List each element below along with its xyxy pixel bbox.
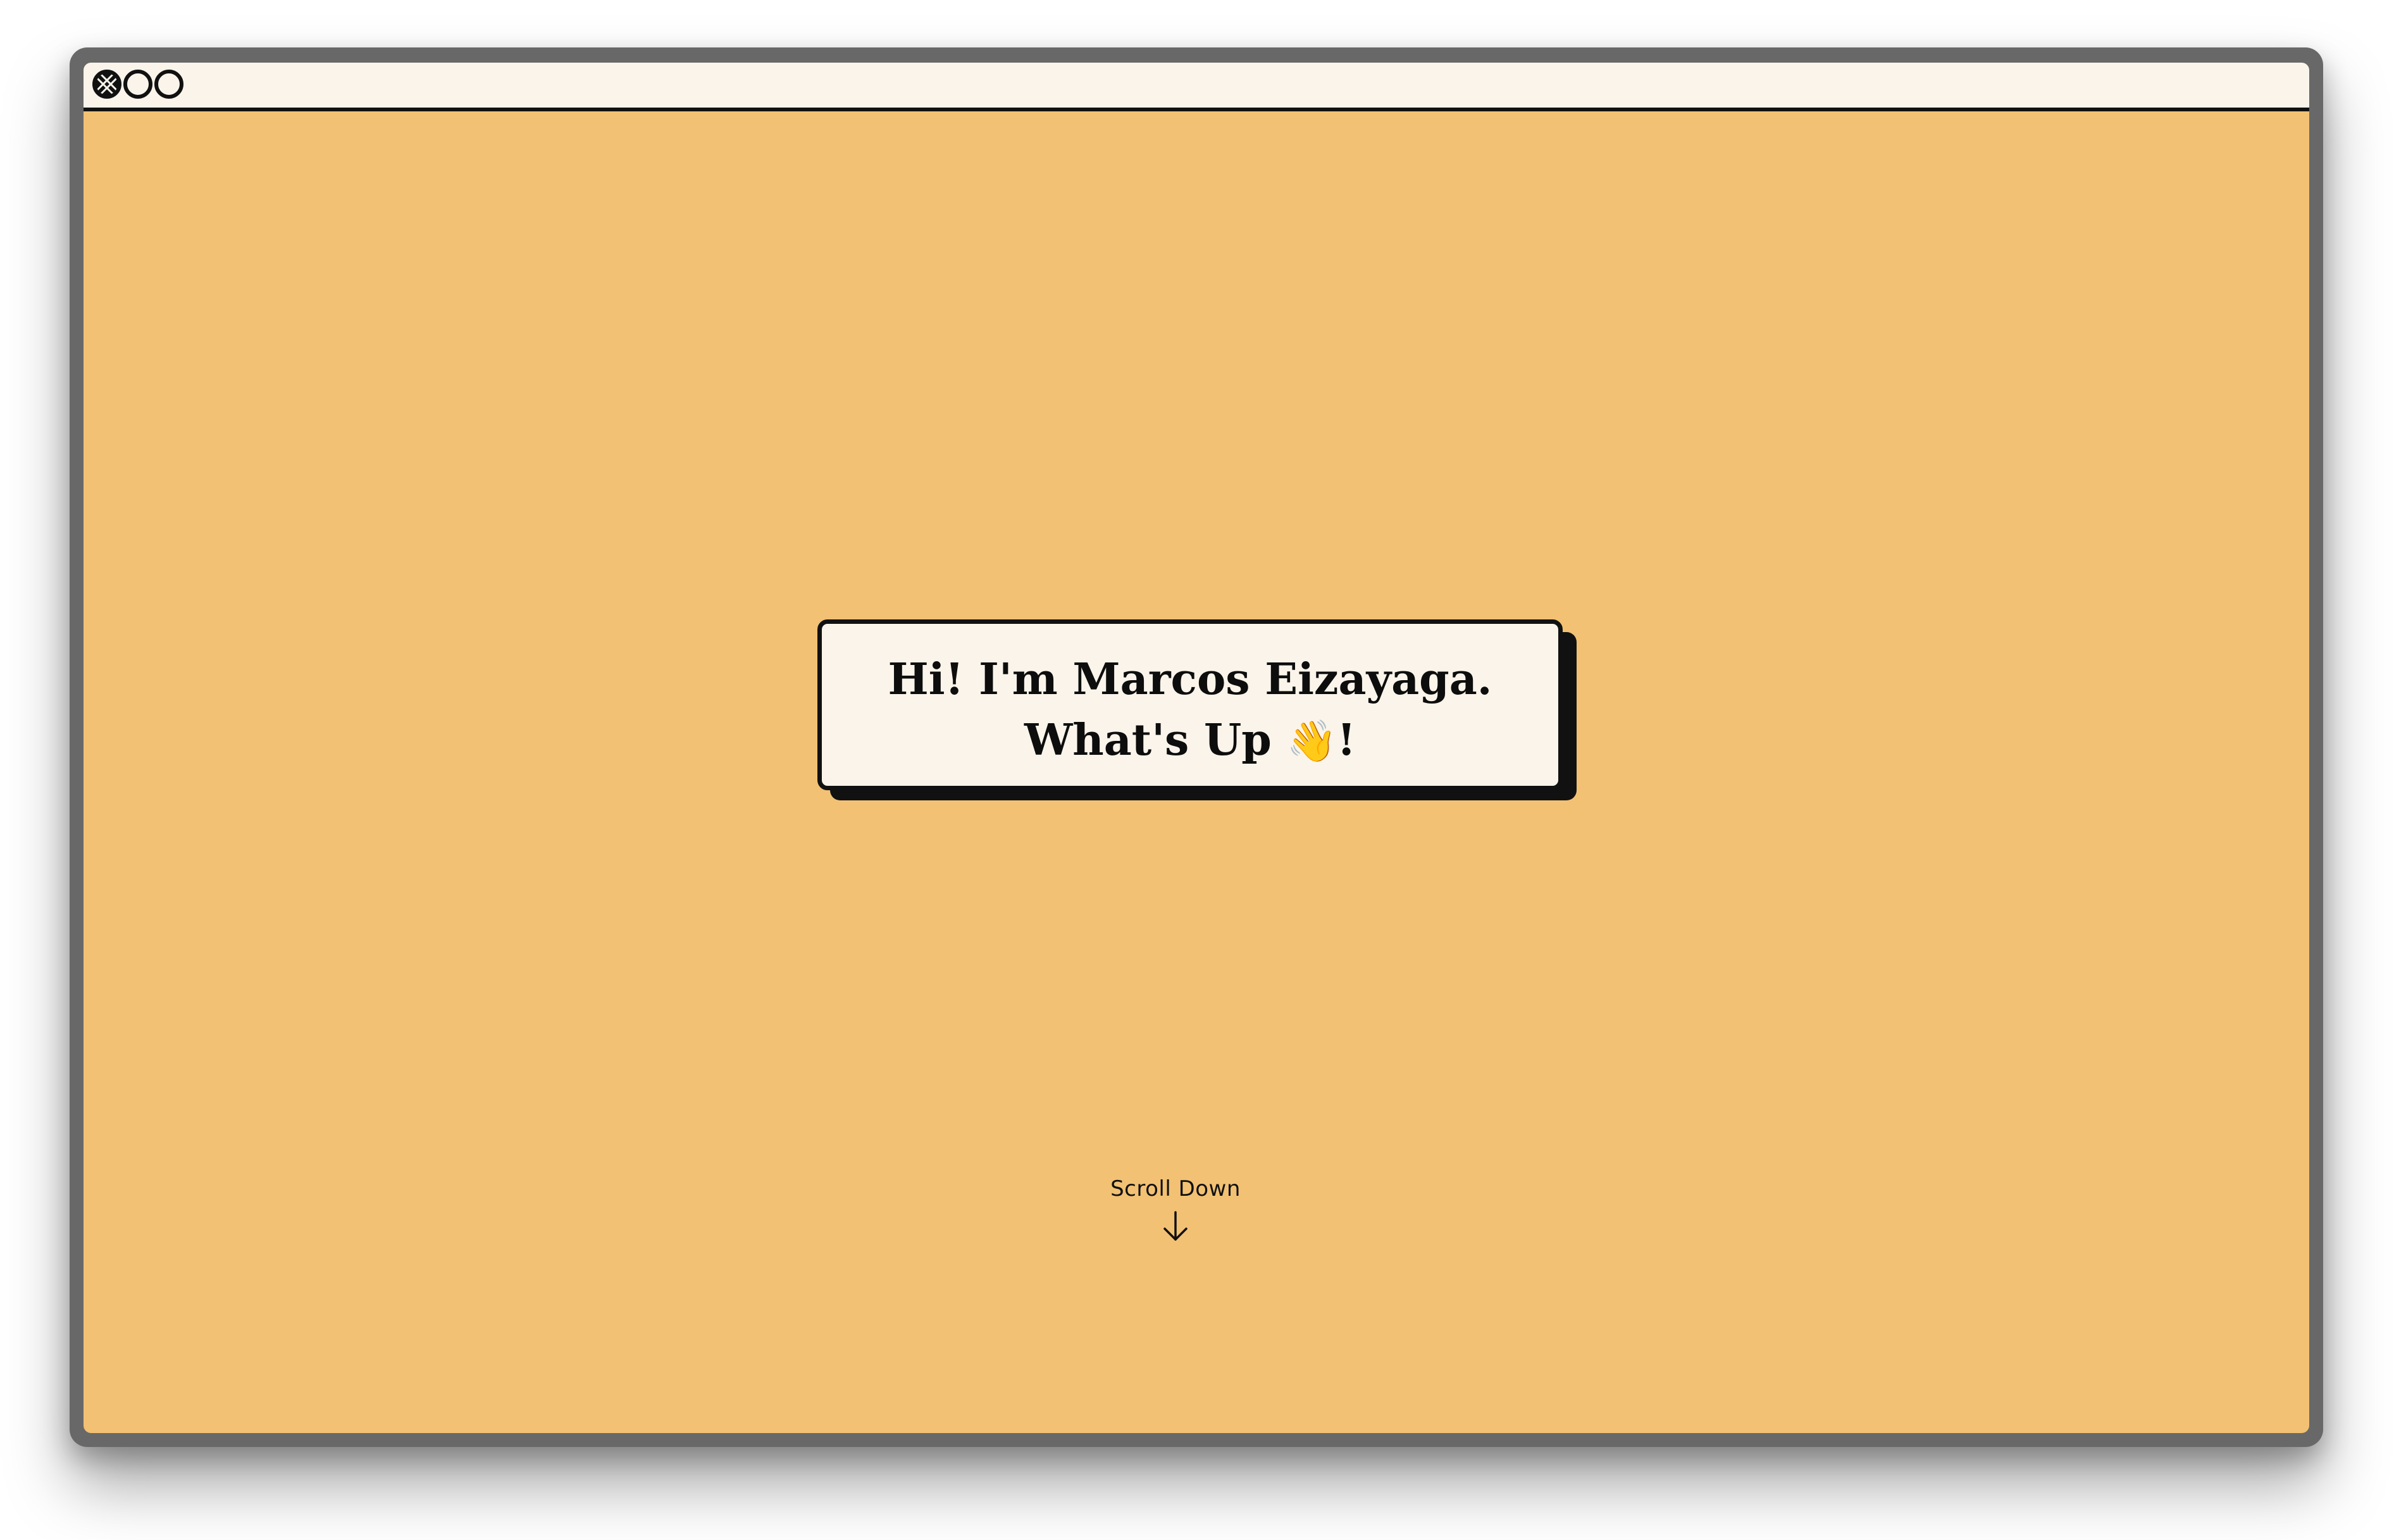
arrow-down-icon	[1163, 1211, 1188, 1241]
waving-hand-icon: 👋	[1286, 717, 1337, 765]
minimize-icon[interactable]	[123, 70, 152, 99]
title-bar	[84, 63, 2309, 111]
hero-card: Hi! I'm Marcos Eizayaga. What's Up 👋!	[817, 619, 1563, 790]
hero-card-wrapper: Hi! I'm Marcos Eizayaga. What's Up 👋!	[817, 619, 1577, 800]
maximize-icon[interactable]	[154, 70, 183, 99]
app-window: Hi! I'm Marcos Eizayaga. What's Up 👋! Sc…	[70, 47, 2323, 1447]
scroll-down-hint[interactable]: Scroll Down	[1093, 1176, 1258, 1242]
hero-greeting: Hi! I'm Marcos Eizayaga. What's Up 👋!	[822, 649, 1558, 772]
close-icon[interactable]	[92, 70, 121, 99]
hero-line-2: What's Up 👋!	[822, 710, 1558, 772]
hero-line-2-suffix: !	[1337, 715, 1356, 766]
browser-viewport: Hi! I'm Marcos Eizayaga. What's Up 👋! Sc…	[84, 63, 2309, 1433]
hero-line-2-text: What's Up	[1024, 715, 1287, 766]
scroll-down-label: Scroll Down	[1110, 1176, 1241, 1202]
hero-line-1: Hi! I'm Marcos Eizayaga.	[888, 654, 1492, 705]
